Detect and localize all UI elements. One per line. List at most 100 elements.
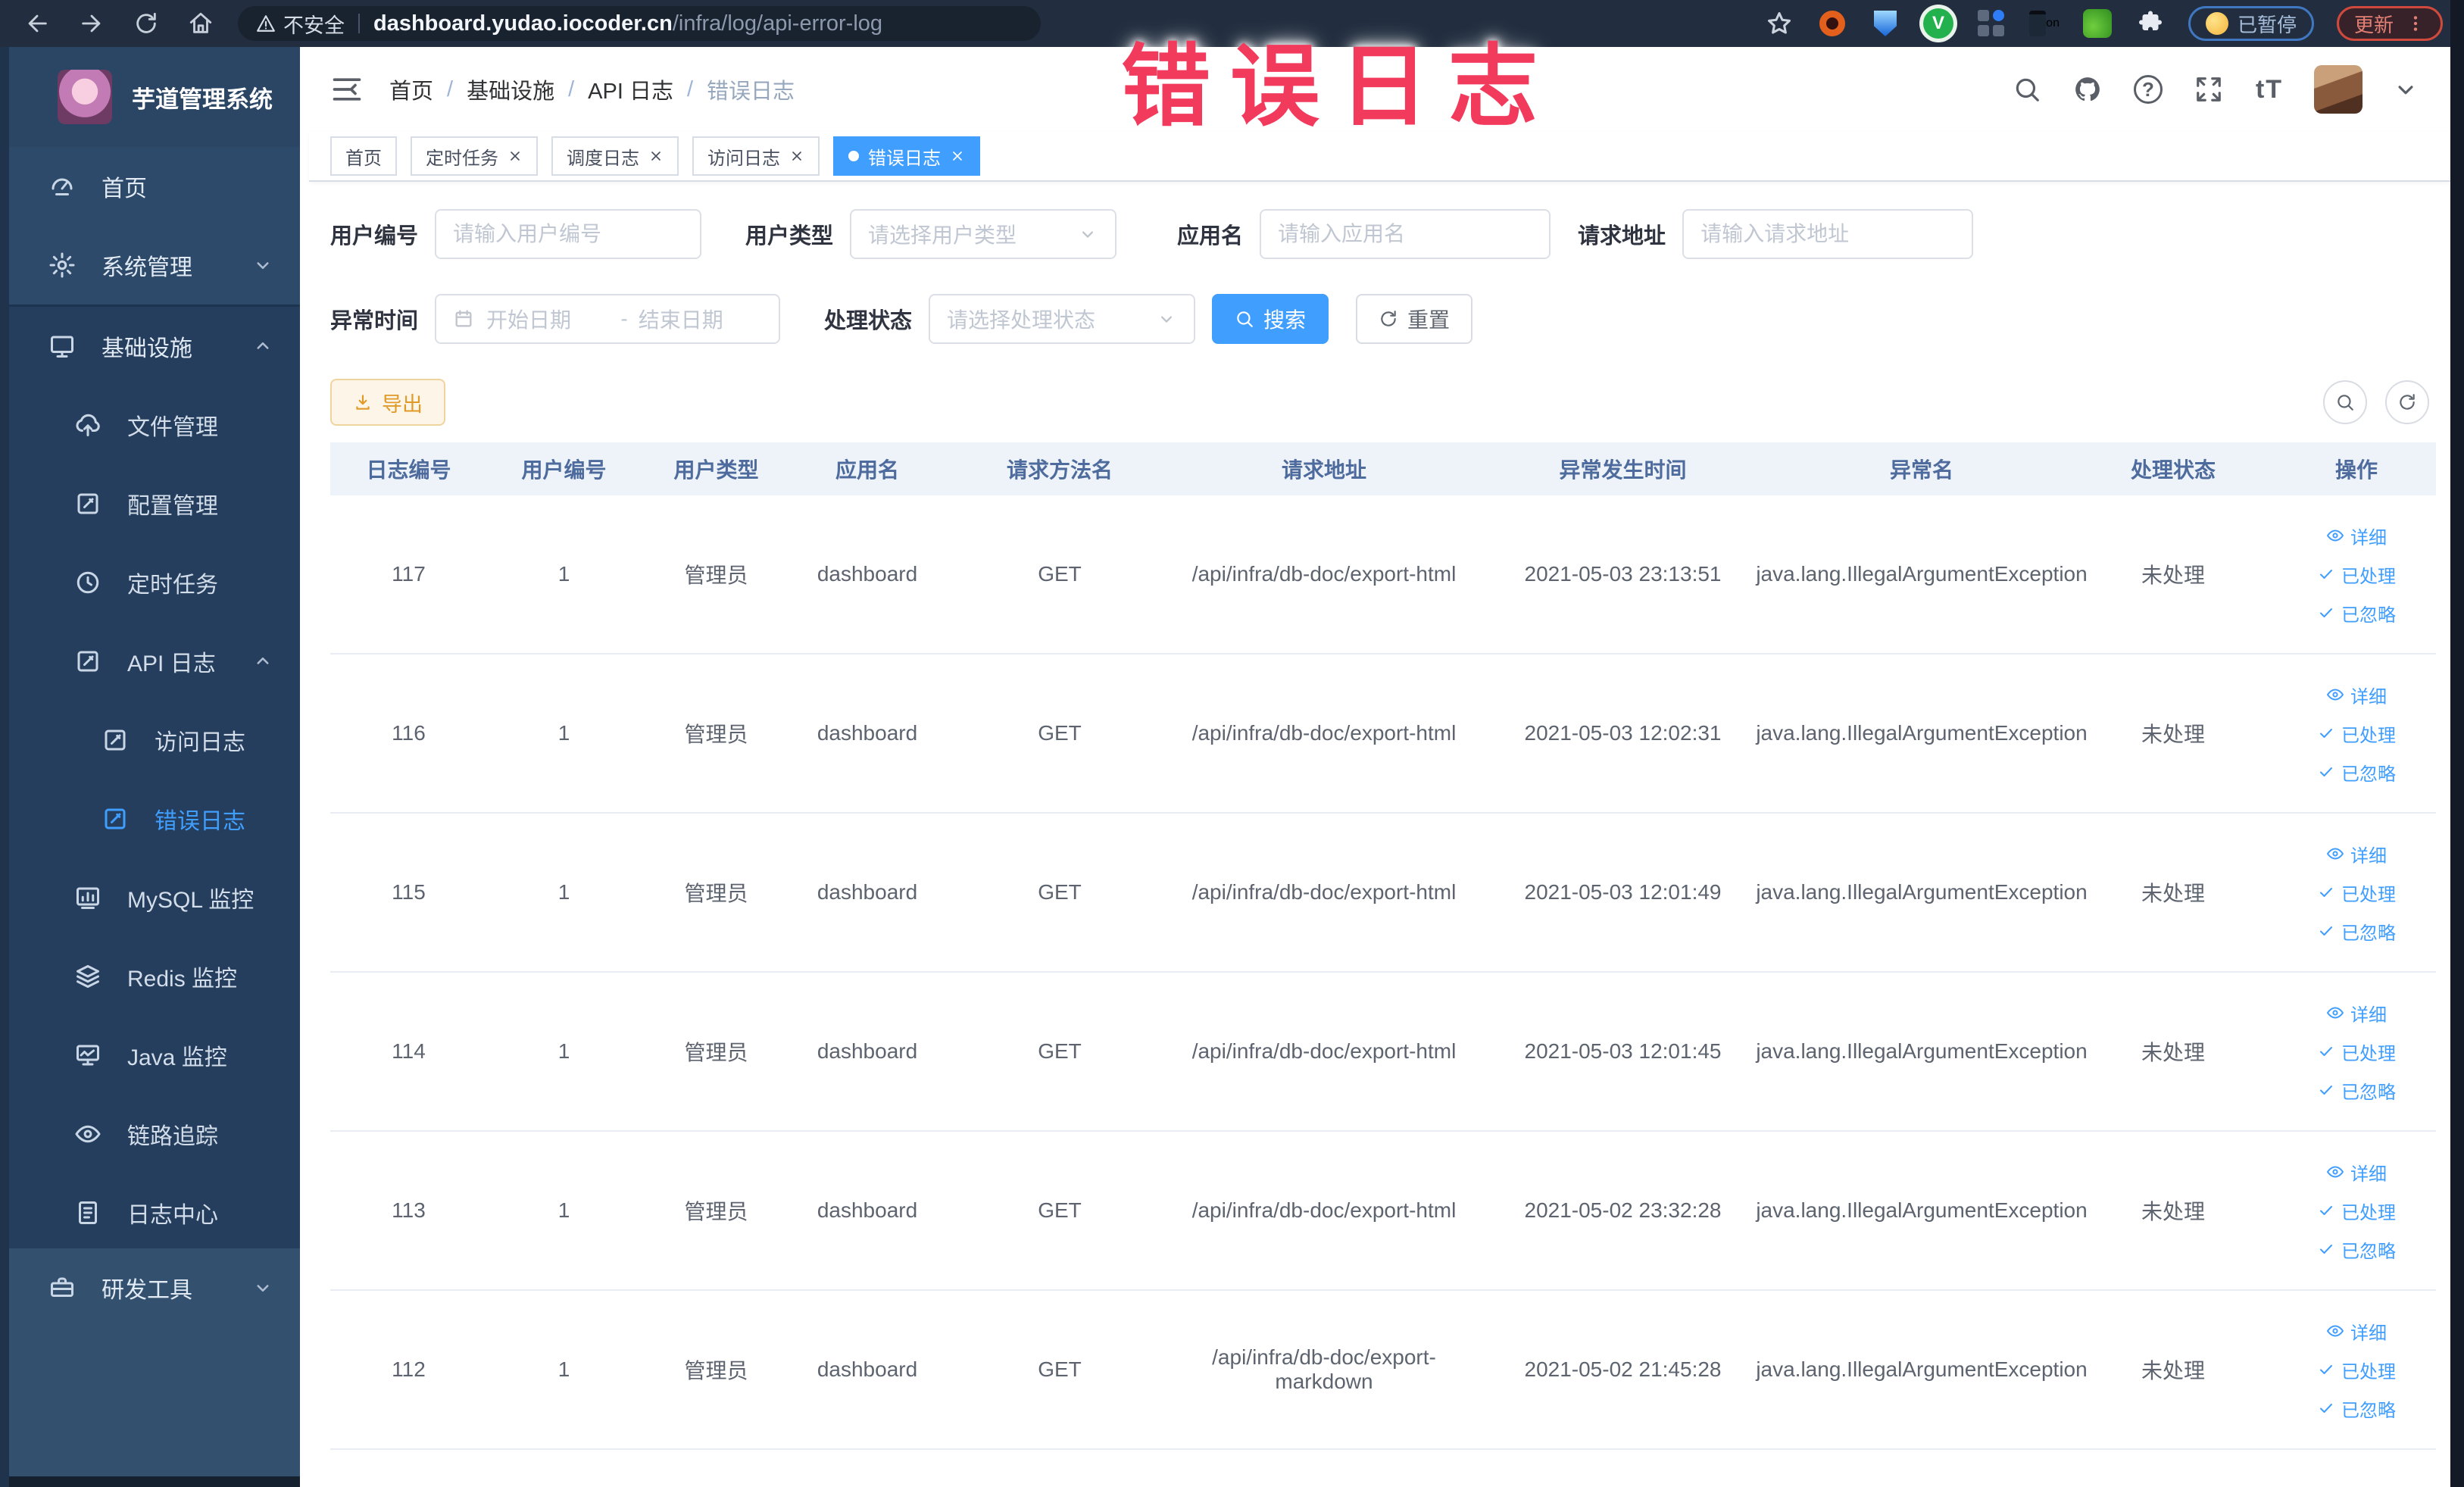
toggle-search-button[interactable] (2323, 380, 2367, 424)
extension-grid-icon[interactable] (1976, 8, 2006, 39)
app-name-input[interactable] (1278, 222, 1533, 246)
sidebar-item-redis-monitor[interactable]: Redis 监控 (9, 937, 300, 1016)
user-type-select[interactable]: 请选择用户类型 (850, 209, 1117, 259)
sidebar-item-mysql-monitor[interactable]: MySQL 监控 (9, 858, 300, 937)
sidebar-item-error-log[interactable]: 错误日志 (9, 779, 300, 858)
mark-done-link[interactable]: 已处理 (2317, 1198, 2396, 1224)
sidebar-item-home[interactable]: 首页 (9, 147, 300, 226)
browser-reload-icon[interactable] (129, 6, 164, 41)
url-path: /infra/log/api-error-log (672, 11, 883, 36)
sidebar-item-dev-tools[interactable]: 研发工具 (9, 1248, 300, 1327)
avatar-caret-down-icon[interactable] (2391, 75, 2420, 104)
table-row: 115 1 管理员 dashboard GET /api/infra/db-do… (330, 814, 2436, 973)
sidebar-item-config-mgmt[interactable]: 配置管理 (9, 464, 300, 543)
bookmark-star-icon[interactable] (1764, 8, 1794, 39)
mark-ignore-link[interactable]: 已忽略 (2317, 1395, 2396, 1422)
req-url-label: 请求地址 (1578, 224, 1666, 248)
mark-ignore-link[interactable]: 已忽略 (2317, 1077, 2396, 1104)
export-button[interactable]: 导出 (330, 379, 445, 426)
tag-home[interactable]: 首页 (330, 136, 397, 176)
extension-leaf-icon[interactable] (2082, 8, 2113, 39)
extension-orange-icon[interactable] (1817, 8, 1847, 39)
mark-ignore-link[interactable]: 已忽略 (2317, 600, 2396, 626)
refresh-table-button[interactable] (2385, 380, 2429, 424)
check-icon (2317, 1081, 2335, 1099)
not-secure-warning-icon (256, 14, 276, 33)
tag-access-log[interactable]: 访问日志 (692, 136, 820, 176)
table-row: 116 1 管理员 dashboard GET /api/infra/db-do… (330, 654, 2436, 814)
sidebar-item-scheduled-jobs[interactable]: 定时任务 (9, 543, 300, 622)
date-range-picker[interactable]: 开始日期 - 结束日期 (435, 294, 781, 344)
sidebar-item-access-log[interactable]: 访问日志 (9, 701, 300, 779)
detail-link[interactable]: 详细 (2326, 1000, 2387, 1026)
table-toolbar: 导出 (330, 379, 2429, 426)
check-icon (2317, 1360, 2335, 1379)
breadcrumb-infra[interactable]: 基础设施 (467, 73, 554, 105)
app-logo-row[interactable]: 芋道管理系统 (9, 47, 300, 147)
mark-ignore-link[interactable]: 已忽略 (2317, 918, 2396, 945)
sidebar-item-system[interactable]: 系统管理 (9, 226, 300, 305)
detail-link[interactable]: 详细 (2326, 841, 2387, 867)
detail-link[interactable]: 详细 (2326, 682, 2387, 708)
close-icon[interactable] (950, 148, 965, 164)
mark-ignore-link[interactable]: 已忽略 (2317, 759, 2396, 786)
sidebar-item-file-mgmt[interactable]: 文件管理 (9, 386, 300, 464)
sidebar-item-api-log[interactable]: API 日志 (9, 622, 300, 701)
tag-schedule-log[interactable]: 调度日志 (551, 136, 679, 176)
github-icon[interactable] (2072, 73, 2103, 105)
mark-done-link[interactable]: 已处理 (2317, 1357, 2396, 1383)
extension-v-icon[interactable]: V (1922, 8, 1953, 39)
sidebar-item-tracing[interactable]: 链路追踪 (9, 1095, 300, 1173)
download-icon (353, 392, 373, 412)
tag-scheduled-jobs[interactable]: 定时任务 (411, 136, 538, 176)
extension-on-badge-icon[interactable]: on (2028, 8, 2060, 39)
sidebar-item-java-monitor[interactable]: Java 监控 (9, 1016, 300, 1095)
close-icon[interactable] (507, 148, 523, 164)
search-icon[interactable] (2011, 73, 2043, 105)
user-no-input[interactable] (453, 222, 684, 246)
browser-back-icon[interactable] (20, 6, 55, 41)
tag-error-log[interactable]: 错误日志 (833, 136, 980, 176)
app-name-input-box (1260, 209, 1551, 259)
browser-menu-kebab-icon[interactable] (2406, 14, 2425, 33)
browser-home-icon[interactable] (183, 6, 218, 41)
hamburger-icon[interactable] (330, 73, 364, 106)
table-header-row: 日志编号 用户编号 用户类型 应用名 请求方法名 请求地址 异常发生时间 异常名… (330, 442, 2436, 495)
status-select[interactable]: 请选择处理状态 (929, 294, 1196, 344)
font-size-icon[interactable]: tT (2253, 73, 2285, 105)
mark-done-link[interactable]: 已处理 (2317, 561, 2396, 588)
browser-update-chip[interactable]: 更新 (2336, 6, 2443, 41)
breadcrumb-api-log[interactable]: API 日志 (588, 73, 673, 105)
req-url-input[interactable] (1700, 222, 1956, 246)
check-icon (2317, 1042, 2335, 1061)
avatar[interactable] (2314, 65, 2363, 114)
close-icon[interactable] (789, 148, 804, 164)
mark-done-link[interactable]: 已处理 (2317, 879, 2396, 906)
eye-icon (2326, 845, 2344, 863)
address-bar[interactable]: 不安全 dashboard.yudao.iocoder.cn /infra/lo… (238, 6, 1041, 41)
mark-done-link[interactable]: 已处理 (2317, 1039, 2396, 1065)
time-label: 异常时间 (330, 309, 419, 333)
sidebar-item-log-center[interactable]: 日志中心 (9, 1173, 300, 1252)
detail-link[interactable]: 详细 (2326, 1318, 2387, 1345)
breadcrumb-home[interactable]: 首页 (389, 73, 433, 105)
detail-link[interactable]: 详细 (2326, 523, 2387, 549)
sidebar-item-infra[interactable]: 基础设施 (9, 307, 300, 386)
mark-done-link[interactable]: 已处理 (2317, 720, 2396, 747)
help-icon[interactable]: ? (2132, 73, 2164, 105)
chart-icon (74, 884, 101, 911)
table-row: 113 1 管理员 dashboard GET /api/infra/db-do… (330, 1132, 2436, 1291)
detail-link[interactable]: 详细 (2326, 1159, 2387, 1186)
mark-ignore-link[interactable]: 已忽略 (2317, 1236, 2396, 1263)
extension-shield-icon[interactable] (1870, 8, 1900, 39)
profile-paused-chip[interactable]: 已暂停 (2188, 6, 2314, 41)
fullscreen-icon[interactable] (2193, 73, 2225, 105)
search-button[interactable]: 搜索 (1212, 294, 1329, 344)
reset-button[interactable]: 重置 (1356, 294, 1473, 344)
browser-forward-icon[interactable] (74, 6, 109, 41)
status-label: 处理状态 (824, 309, 913, 333)
toolbox-icon (48, 1274, 76, 1301)
extensions-puzzle-icon[interactable] (2135, 8, 2166, 39)
close-icon[interactable] (648, 148, 664, 164)
gear-icon (48, 251, 76, 279)
